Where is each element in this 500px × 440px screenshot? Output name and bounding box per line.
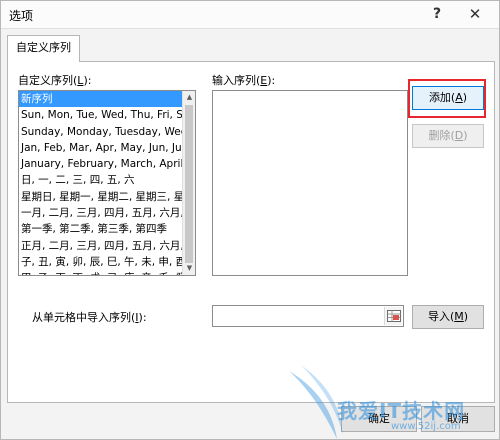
scroll-thumb[interactable] [185,105,193,263]
import-label: 从单元格中导入序列(I): [32,311,147,324]
list-item[interactable]: Sunday, Monday, Tuesday, Wed [19,124,195,140]
list-item[interactable]: 第一季, 第二季, 第三季, 第四季 [19,221,195,237]
custom-lists-scrollbar[interactable]: ▲ ▼ [182,91,195,275]
custom-lists-listbox[interactable]: 新序列 Sun, Mon, Tue, Wed, Thu, Fri, S Sunday… [18,90,196,276]
list-item[interactable]: 子, 丑, 寅, 卯, 辰, 巳, 午, 未, 申, 酉 [19,254,195,270]
options-dialog: 选项 ? ✕ 自定义序列 自定义序列(L): 新序列 Sun, Mon, Tue,… [0,0,500,440]
custom-lists-label: 自定义序列(L): [18,74,92,87]
list-item[interactable]: January, February, March, April, [19,156,195,172]
dialog-title: 选项 [9,9,34,23]
input-list-label: 输入序列(E): [212,74,276,87]
ok-button[interactable]: 确定 [341,406,417,432]
list-item[interactable]: Sun, Mon, Tue, Wed, Thu, Fri, S [19,107,195,123]
import-range-input[interactable] [212,305,404,327]
list-item[interactable]: 日, 一, 二, 三, 四, 五, 六 [19,172,195,188]
input-list-textarea[interactable] [212,90,408,276]
add-button-highlight [408,79,486,118]
scroll-down-icon[interactable]: ▼ [185,264,194,273]
tab-strip: 自定义序列 [7,35,495,62]
cancel-button[interactable]: 取消 [421,406,495,432]
range-select-icon[interactable] [384,307,402,325]
list-item[interactable]: 新序列 [19,91,195,108]
delete-button[interactable]: 删除(D) [412,124,484,148]
import-button[interactable]: 导入(M) [412,305,484,329]
list-item[interactable]: 一月, 二月, 三月, 四月, 五月, 六月, [19,205,195,221]
scroll-up-icon[interactable]: ▲ [185,93,194,102]
tab-custom-lists[interactable]: 自定义序列 [7,35,80,62]
title-bar: 选项 ? ✕ [1,1,499,29]
list-item[interactable]: Jan, Feb, Mar, Apr, May, Jun, Ju [19,140,195,156]
list-item[interactable]: 甲, 乙, 丙, 丁, 戊, 己, 庚, 辛, 壬, 癸 [19,270,195,275]
help-button[interactable]: ? [426,3,448,25]
list-item[interactable]: 星期日, 星期一, 星期二, 星期三, 星 [19,189,195,205]
list-item[interactable]: 正月, 二月, 三月, 四月, 五月, 六月, [19,238,195,254]
close-button[interactable]: ✕ [463,3,487,25]
